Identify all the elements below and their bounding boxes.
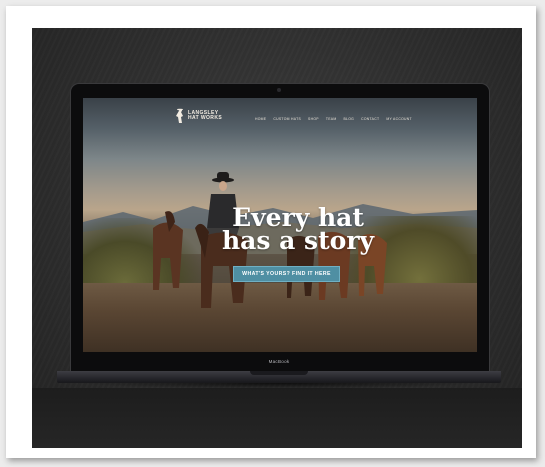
laptop-display: LANGSLEY HAT WORKS HOME CUSTOM HATS SHOP… [70,83,490,373]
photo-frame: LANGSLEY HAT WORKS HOME CUSTOM HATS SHOP… [6,6,536,458]
dark-wall-background: LANGSLEY HAT WORKS HOME CUSTOM HATS SHOP… [32,28,522,448]
laptop-lid-notch [250,371,308,375]
site-navbar: LANGSLEY HAT WORKS HOME CUSTOM HATS SHOP… [83,98,477,142]
nav-item-home[interactable]: HOME [255,117,266,121]
main-menu: HOME CUSTOM HATS SHOP TEAM BLOG CONTACT … [255,117,412,121]
logo-line-2: HAT WORKS [188,115,223,121]
nav-item-custom-hats[interactable]: CUSTOM HATS [273,117,301,121]
nav-item-team[interactable]: TEAM [326,117,337,121]
camera-icon [277,88,281,92]
hero-headline: Every hat has a story [213,205,383,255]
laptop-shadow [77,383,481,389]
horse-left-icon [153,211,183,290]
hero-cta-button[interactable]: WHAT'S YOURS? FIND IT HERE [233,266,340,282]
laptop-base: MacBook [57,359,501,383]
table-surface [32,388,522,448]
laptop-brand-label: MacBook [268,359,290,364]
nav-item-shop[interactable]: SHOP [308,117,319,121]
nav-item-blog[interactable]: BLOG [343,117,354,121]
nav-item-my-account[interactable]: MY ACCOUNT [386,117,412,121]
hero-headline-line-2: has a story [221,226,375,255]
cowboy-logo-icon [176,108,183,123]
site-logo[interactable]: LANGSLEY HAT WORKS [175,108,222,124]
website-screen: LANGSLEY HAT WORKS HOME CUSTOM HATS SHOP… [83,98,477,352]
logo-wordmark: LANGSLEY HAT WORKS [188,111,222,121]
nav-item-contact[interactable]: CONTACT [361,117,379,121]
